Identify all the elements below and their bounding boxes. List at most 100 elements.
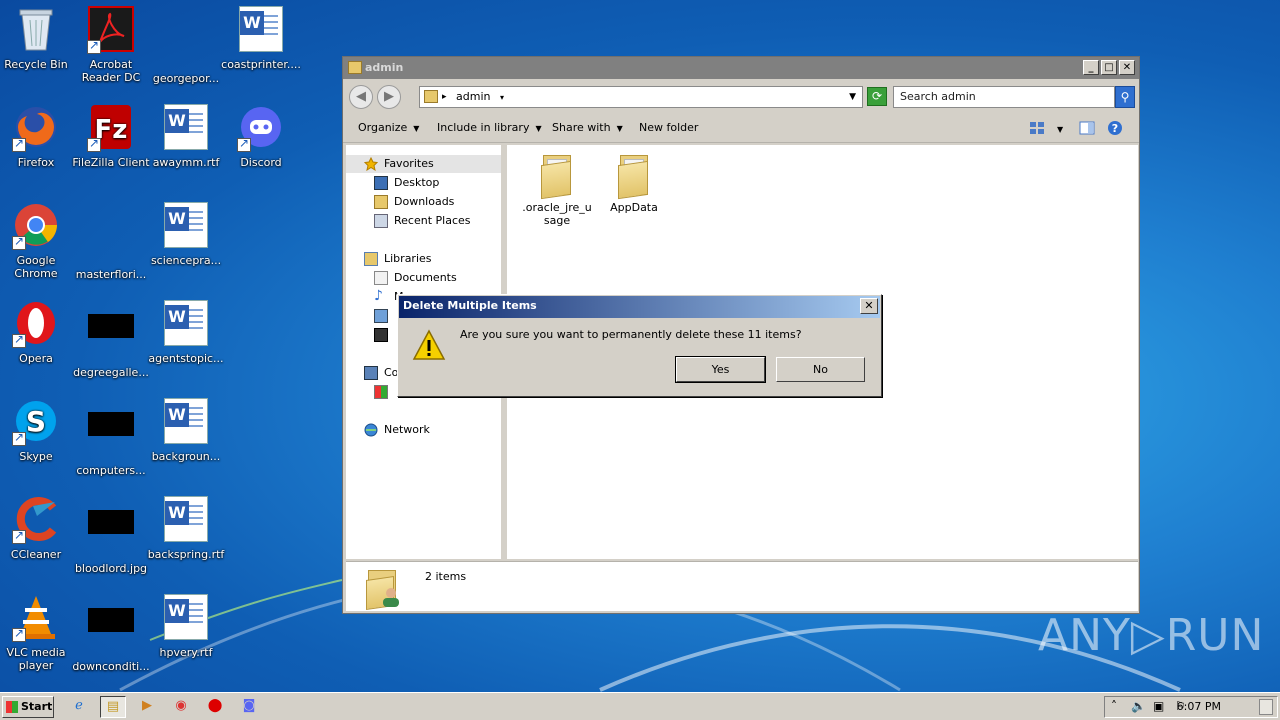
desktop-icon-item[interactable]: computers... [71,398,151,477]
folder-icon [616,153,652,200]
nav-documents[interactable]: Documents [346,269,457,287]
include-label: Include in library [437,121,530,134]
media-player-icon[interactable]: ▶ [134,696,160,718]
file-item[interactable]: AppData [598,153,670,214]
desktop-icon-label: Firefox [17,156,55,169]
desktop-icon-item[interactable]: Wawaymm.rtf [146,104,226,169]
desktop-icon-item[interactable]: Opera [0,300,76,365]
nav-libraries[interactable]: Libraries [346,250,432,268]
view-options-icon[interactable] [1029,120,1045,136]
network-tray-icon[interactable]: ▣ [1153,699,1164,713]
desktop-icon-item[interactable]: Wcoastprinter.... [221,6,301,71]
desktop-icon-item[interactable]: Acrobat Reader DC [71,6,151,84]
recent-places-icon [374,214,388,228]
close-button[interactable]: ✕ [1119,60,1135,75]
window-titlebar[interactable]: admin _ □ ✕ [343,57,1139,79]
desktop-icon-item[interactable]: Wbackspring.rtf [146,496,226,561]
maximize-button[interactable]: □ [1101,60,1117,75]
search-icon[interactable]: ⚲ [1115,86,1135,108]
desktop-icon-item[interactable]: masterflori... [71,202,151,281]
desktop-icon-label: Discord [240,156,282,169]
item-count: 2 items [425,570,467,583]
desktop-icon-item[interactable]: VLC media player [0,594,76,672]
shortcut-arrow-icon [87,38,101,54]
show-desktop-button[interactable] [1259,699,1273,715]
desktop-icon-item[interactable]: bloodlord.jpg [71,496,151,575]
delete-dialog[interactable]: Delete Multiple Items ✕ Are you sure you… [397,294,882,397]
nav-videos[interactable] [346,326,394,344]
nav-libraries-label: Libraries [384,252,432,265]
no-button[interactable]: No [776,357,865,382]
folder-icon [424,90,438,103]
nav-network[interactable]: Network [346,421,430,439]
chrome-icon [12,202,60,250]
desktop-icon-item[interactable]: georgepor... [146,6,226,85]
desktop-icon-label: awaymm.rtf [152,156,220,169]
explorer-taskbar-icon[interactable]: ▤ [100,696,126,718]
folder-icon [348,61,362,74]
desktop-icon-label: Opera [19,352,53,365]
computer-icon [364,366,378,380]
close-icon[interactable]: ✕ [860,298,878,314]
file-item[interactable]: .oracle_jre_usage [521,153,593,227]
desktop-icon-item[interactable]: Wagentstopic... [146,300,226,365]
desktop-icon-item[interactable]: Whpvery.rtf [146,594,226,659]
refresh-button[interactable]: ⟳ [867,87,887,106]
chevron-right-icon[interactable]: ▸ [442,87,447,107]
nav-pictures[interactable] [346,307,394,325]
folder-icon [539,153,575,200]
nav-recent-label: Recent Places [394,214,471,227]
nav-desktop[interactable]: Desktop [346,174,439,192]
desktop-icon-item[interactable]: S Skype [0,398,76,463]
desktop-icon-item[interactable]: Discord [221,104,301,169]
start-button[interactable]: Start [2,696,54,718]
desktop-icon-item[interactable]: downconditi... [71,594,151,673]
clock[interactable]: 6:07 PM [1177,700,1221,713]
desktop-icon-label: Recycle Bin [4,58,68,71]
dialog-titlebar[interactable]: Delete Multiple Items ✕ [399,296,880,318]
organize-menu[interactable]: Organize ▼ [358,121,419,134]
desktop-icon-item[interactable]: Firefox [0,104,76,169]
address-bar[interactable]: ▸ admin ▾ ▼ [419,86,863,108]
desktop-icon-item[interactable]: Fz FileZilla Client [71,104,151,169]
discord-taskbar-icon[interactable]: ◙ [236,696,262,718]
desktop-icon-item[interactable]: Wsciencepra... [146,202,226,267]
nav-favorites[interactable]: Favorites [346,155,501,173]
desktop-icon-item[interactable]: CCleaner [0,496,76,561]
image-file-icon [87,608,135,656]
preview-pane-icon[interactable] [1079,120,1095,136]
share-with-menu[interactable]: Share with ▼ [552,121,623,134]
desktop-icon-item[interactable]: Recycle Bin [0,6,76,71]
new-folder-button[interactable]: New folder [639,121,698,134]
breadcrumb-dropdown-icon[interactable]: ▾ [500,93,504,102]
nav-computer[interactable]: Co [346,364,398,382]
chrome-taskbar-icon[interactable]: ◉ [168,696,194,718]
desktop-icon-label: FileZilla Client [72,156,150,169]
minimize-button[interactable]: _ [1083,60,1099,75]
include-in-library-menu[interactable]: Include in library ▼ [437,121,542,134]
ccleaner-icon [12,496,60,544]
view-dropdown-icon[interactable]: ▼ [1057,122,1063,135]
desktop-icon-label: degreegalle... [73,366,149,379]
yes-button[interactable]: Yes [675,356,766,383]
acrobat-icon [87,6,135,54]
nav-recent-places[interactable]: Recent Places [346,212,471,230]
desktop-icon-item[interactable]: Google Chrome [0,202,76,280]
back-button[interactable]: ◀ [349,85,373,109]
desktop-icon-item[interactable]: degreegalle... [71,300,151,379]
nav-downloads[interactable]: Downloads [346,193,454,211]
user-folder-icon [366,564,402,610]
volume-icon[interactable]: 🔈 [1131,699,1146,713]
search-input[interactable]: Search admin [893,86,1115,108]
desktop-icon [374,176,388,190]
breadcrumb-admin[interactable]: admin [456,90,490,103]
ie-icon[interactable]: ℯ [66,696,92,718]
help-icon[interactable]: ? [1107,120,1123,136]
forward-button[interactable]: ▶ [377,85,401,109]
music-icon: ♪ [374,288,383,304]
opera-taskbar-icon[interactable]: ⬤ [202,696,228,718]
nav-local-disk[interactable] [346,383,394,401]
show-hidden-icons-icon[interactable]: ˄ [1111,699,1117,713]
address-dropdown-icon[interactable]: ▼ [849,87,856,107]
desktop-icon-item[interactable]: Wbackgroun... [146,398,226,463]
